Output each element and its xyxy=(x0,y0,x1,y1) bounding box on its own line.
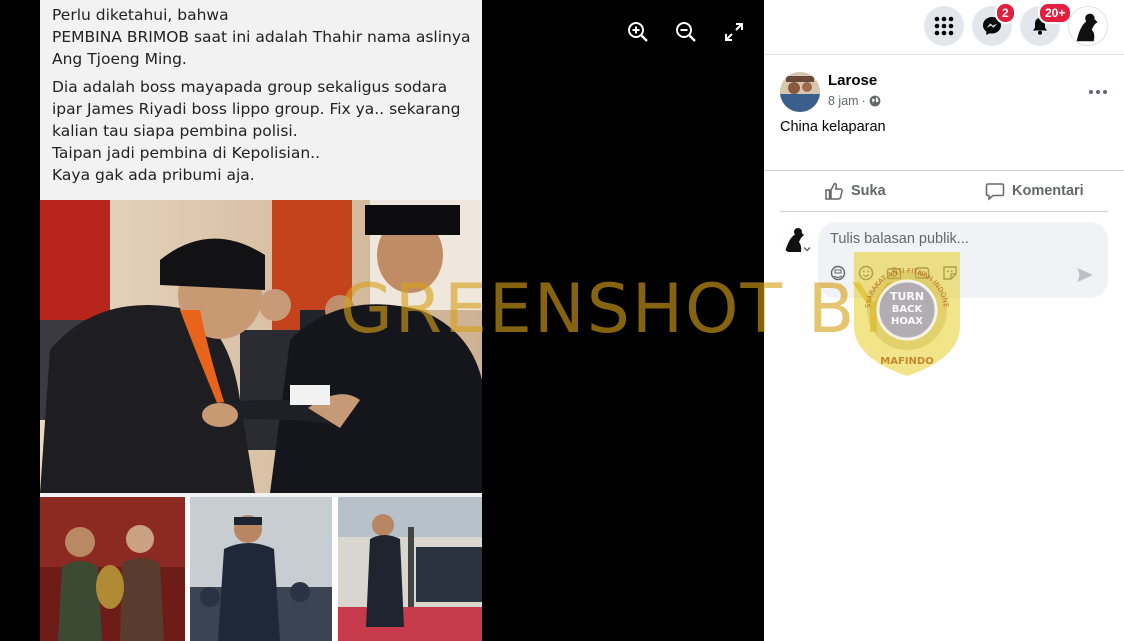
comment-button[interactable]: Komentari xyxy=(985,176,1084,206)
sticker-icon[interactable] xyxy=(942,265,958,281)
comment-icon xyxy=(985,183,1005,201)
thumbs-up-icon xyxy=(825,182,843,200)
photo-caption-text: Perlu diketahui, bahwa PEMBINA BRIMOB sa… xyxy=(52,4,477,186)
messenger-badge: 2 xyxy=(995,2,1016,24)
caption-line: Dia adalah boss mayapada group sekaligus… xyxy=(52,78,448,96)
notifications-button[interactable]: 20+ xyxy=(1020,2,1073,46)
caption-line: ipar James Riyadi boss lippo group. Fix … xyxy=(52,100,461,118)
caption-line: Perlu diketahui, bahwa xyxy=(52,6,229,24)
caption-line: Ang Tjoeng Ming. xyxy=(52,50,187,68)
ceremony-photo xyxy=(40,200,482,493)
post-photo[interactable]: Perlu diketahui, bahwa PEMBINA BRIMOB sa… xyxy=(40,0,482,641)
author-avatar[interactable] xyxy=(780,72,820,112)
globe-icon xyxy=(869,95,881,107)
comment-label: Komentari xyxy=(1012,183,1084,199)
divider xyxy=(780,211,1108,212)
caption-line: Taipan jadi pembina di Kepolisian.. xyxy=(52,144,321,162)
thumbnail-strip xyxy=(40,497,482,641)
zoom-in-icon[interactable] xyxy=(626,20,650,44)
top-bar: 2 20+ xyxy=(764,0,1124,55)
post-author[interactable]: Larose xyxy=(828,72,877,89)
avatar-sticker-icon[interactable] xyxy=(830,265,846,281)
photo-viewer: Perlu diketahui, bahwa PEMBINA BRIMOB sa… xyxy=(0,0,764,641)
svg-text:GIF: GIF xyxy=(917,272,927,278)
thumbnail-photo xyxy=(190,497,332,641)
zoom-out-icon[interactable] xyxy=(674,20,698,44)
account-avatar[interactable] xyxy=(1068,6,1108,46)
post-meta: 8 jam · xyxy=(828,94,881,108)
more-options-icon[interactable] xyxy=(1086,80,1110,104)
post-side-panel: 2 20+ Larose 8 jam · China kelaparan Suk… xyxy=(764,0,1124,641)
avatar-icon xyxy=(1069,7,1107,45)
post-header: Larose 8 jam · xyxy=(780,72,1110,112)
thumbnail-photo xyxy=(338,497,482,641)
messenger-button[interactable]: 2 xyxy=(972,2,1016,46)
emoji-icon[interactable] xyxy=(858,265,874,281)
menu-grid-icon xyxy=(934,16,954,36)
caption-line: kalian tau siapa pembina polisi. xyxy=(52,122,298,140)
gif-icon[interactable]: GIF xyxy=(914,265,930,281)
thumbnail-photo xyxy=(40,497,185,641)
reply-toolbar: GIF xyxy=(830,265,958,281)
like-label: Suka xyxy=(851,183,886,199)
reply-placeholder: Tulis balasan publik... xyxy=(830,231,969,247)
post-text: China kelaparan xyxy=(780,119,886,135)
expand-icon[interactable] xyxy=(722,20,746,44)
menu-button[interactable] xyxy=(924,6,964,46)
caption-line: PEMBINA BRIMOB saat ini adalah Thahir na… xyxy=(52,28,471,46)
meta-separator: · xyxy=(861,94,866,108)
divider xyxy=(764,170,1124,171)
camera-icon[interactable] xyxy=(886,265,902,281)
chevron-down-icon[interactable] xyxy=(802,244,812,254)
notifications-badge: 20+ xyxy=(1038,2,1073,24)
reply-input[interactable]: Tulis balasan publik... GIF xyxy=(818,222,1108,298)
send-icon[interactable] xyxy=(1076,266,1094,284)
like-button[interactable]: Suka xyxy=(824,176,886,206)
post-time[interactable]: 8 jam xyxy=(828,94,859,108)
caption-line: Kaya gak ada pribumi aja. xyxy=(52,166,255,184)
